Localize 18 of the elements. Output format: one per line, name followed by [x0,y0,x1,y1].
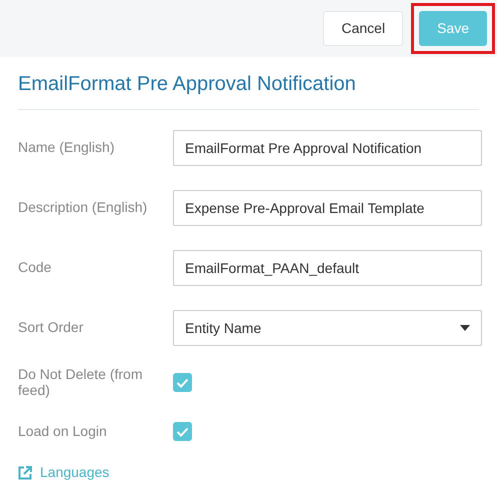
checkbox[interactable] [173,422,192,441]
form-title: EmailFormat Pre Approval Notification [18,69,479,110]
cancel-button[interactable]: Cancel [323,11,404,46]
field-label: Load on Login [18,424,108,440]
input-field[interactable]: EmailFormat_PAAN_default [173,250,482,286]
caret-icon [460,325,470,331]
checkbox[interactable] [173,373,192,392]
field-label: Sort Order [18,320,84,336]
sort-dropdown[interactable]: Entity Name [173,310,482,346]
field-label: Code [18,260,52,276]
field-label: Description (English) [18,200,148,216]
external-link-icon [18,466,32,480]
field-label: Name (English) [18,140,116,156]
input-field[interactable]: Expense Pre-Approval Email Template [173,190,482,226]
check-icon [176,378,189,388]
input-field[interactable]: EmailFormat Pre Approval Notification [173,130,482,166]
field-label: Do Not Delete (from feed) [18,367,144,398]
check-icon [176,426,189,436]
